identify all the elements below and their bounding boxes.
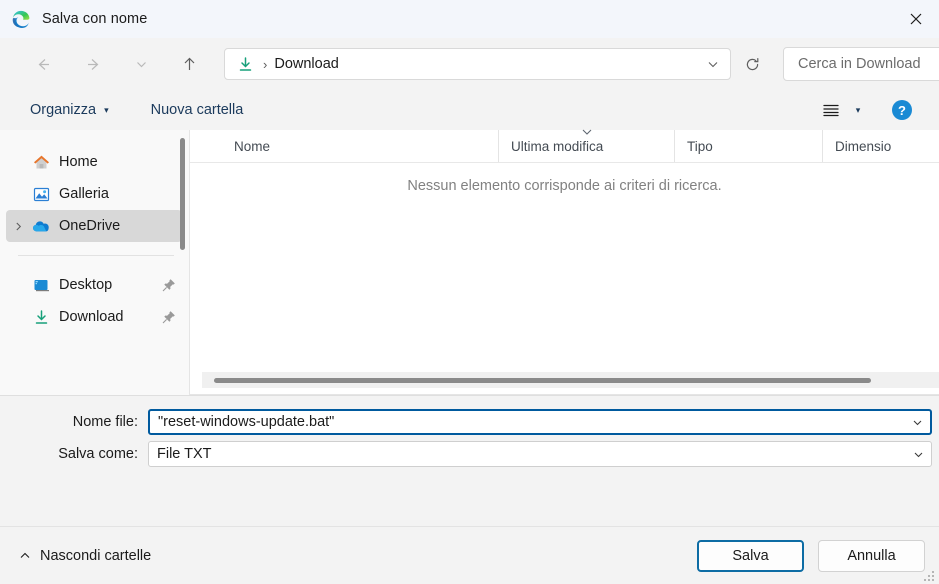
- edge-logo-icon: [12, 10, 30, 28]
- command-bar: Organizza ▾ Nuova cartella ▾ ?: [0, 90, 939, 130]
- download-icon: [32, 308, 50, 326]
- filetype-label: Salva come:: [58, 446, 138, 462]
- expander-placeholder: [8, 307, 28, 327]
- chevron-down-icon[interactable]: [696, 49, 730, 79]
- sort-descending-icon: [580, 127, 594, 137]
- arrow-left-icon[interactable]: [26, 47, 60, 81]
- download-folder-icon: [237, 56, 254, 73]
- hide-folders-label: Nascondi cartelle: [40, 547, 152, 564]
- save-as-dialog: Salva con nome › Download Cerca in Downl…: [0, 0, 939, 584]
- sidebar-divider: [18, 255, 174, 256]
- cancel-button[interactable]: Annulla: [818, 539, 925, 572]
- column-label: Tipo: [687, 138, 713, 154]
- arrow-right-icon[interactable]: [76, 47, 110, 81]
- organize-label: Organizza: [30, 102, 97, 118]
- window-title: Salva con nome: [42, 11, 148, 27]
- chevron-up-icon: [18, 550, 32, 562]
- desktop-icon: [32, 276, 50, 294]
- arrow-up-icon[interactable]: [172, 47, 206, 81]
- sidebar-item-label: OneDrive: [59, 218, 121, 234]
- column-label: Dimensio: [835, 138, 892, 154]
- sidebar-item-galleria[interactable]: Galleria: [6, 178, 182, 210]
- save-button-label: Salva: [732, 547, 769, 564]
- expander-placeholder: [8, 275, 28, 295]
- sidebar-item-desktop[interactable]: Desktop: [6, 269, 182, 301]
- sidebar-item-onedrive[interactable]: OneDrive: [6, 210, 182, 242]
- save-form: Nome file: "reset-windows-update.bat" Sa…: [0, 395, 939, 526]
- sidebar-scrollbar[interactable]: [180, 138, 185, 250]
- breadcrumb-current: Download: [274, 56, 339, 72]
- column-header-tipo[interactable]: Tipo: [674, 130, 822, 162]
- filename-combobox[interactable]: "reset-windows-update.bat": [148, 409, 932, 435]
- sidebar-item-label: Download: [59, 309, 124, 325]
- pin-icon[interactable]: [162, 278, 176, 292]
- footer-buttons: Salva Annulla: [697, 539, 925, 572]
- expander-placeholder: [8, 184, 28, 204]
- sidebar-item-home[interactable]: Home: [6, 146, 182, 178]
- help-icon[interactable]: ?: [891, 99, 913, 121]
- sidebar-item-download[interactable]: Download: [6, 301, 182, 333]
- close-icon[interactable]: [893, 0, 939, 38]
- filetype-row: Salva come: File TXT: [0, 441, 939, 467]
- column-label: Nome: [234, 138, 271, 154]
- file-list-pane: Nome Ultima modifica Tipo Dimensio Nessu…: [190, 127, 939, 395]
- gallery-icon: [32, 185, 50, 203]
- chevron-down-icon[interactable]: [904, 411, 930, 433]
- view-list-icon[interactable]: [815, 96, 847, 124]
- sidebar-item-label: Home: [59, 154, 98, 170]
- hide-folders-toggle[interactable]: Nascondi cartelle: [14, 542, 155, 570]
- sidebar-item-label: Desktop: [59, 277, 113, 293]
- refresh-icon[interactable]: [735, 48, 769, 80]
- resize-grip-icon[interactable]: [924, 569, 936, 581]
- new-folder-label: Nuova cartella: [150, 102, 244, 118]
- column-header-row: Nome Ultima modifica Tipo Dimensio: [190, 127, 939, 163]
- empty-list-message: Nessun elemento corrisponde ai criteri d…: [407, 178, 722, 194]
- navigation-pane: Home Galleria OneDrive Desktop Download: [0, 130, 190, 395]
- column-header-nome[interactable]: Nome: [190, 130, 498, 162]
- filetype-combobox[interactable]: File TXT: [148, 441, 932, 467]
- address-bar[interactable]: › Download: [224, 48, 731, 80]
- chevron-right-icon[interactable]: [8, 216, 28, 236]
- sidebar-item-label: Galleria: [59, 186, 109, 202]
- filetype-value: File TXT: [157, 446, 212, 462]
- organize-button[interactable]: Organizza ▾: [20, 95, 119, 125]
- column-header-ultima-modifica[interactable]: Ultima modifica: [498, 127, 674, 162]
- column-label: Ultima modifica: [511, 138, 604, 154]
- navigation-bar: › Download: [0, 38, 939, 90]
- dialog-footer: Nascondi cartelle Salva Annulla: [0, 526, 939, 584]
- cancel-button-label: Annulla: [847, 547, 896, 564]
- new-folder-button[interactable]: Nuova cartella: [141, 95, 254, 125]
- onedrive-cloud-icon: [32, 217, 50, 235]
- search-input[interactable]: [796, 55, 939, 73]
- file-pane-bottom-border: [190, 394, 939, 395]
- chevron-down-icon[interactable]: [905, 442, 931, 466]
- expander-placeholder: [8, 152, 28, 172]
- home-icon: [32, 153, 50, 171]
- save-button[interactable]: Salva: [697, 539, 804, 572]
- chevron-down-icon[interactable]: ▾: [847, 96, 869, 124]
- horizontal-scrollbar-thumb[interactable]: [214, 378, 871, 383]
- breadcrumb-separator: ›: [263, 56, 268, 72]
- search-box[interactable]: [783, 47, 939, 81]
- pin-icon[interactable]: [162, 310, 176, 324]
- column-header-dimensione[interactable]: Dimensio: [822, 130, 939, 162]
- command-bar-right: ▾ ?: [815, 96, 927, 124]
- filename-row: Nome file: "reset-windows-update.bat": [0, 409, 939, 435]
- dialog-body: Home Galleria OneDrive Desktop Download …: [0, 127, 939, 395]
- svg-text:?: ?: [898, 103, 906, 118]
- filename-label: Nome file:: [72, 414, 138, 430]
- filename-value: "reset-windows-update.bat": [158, 414, 335, 430]
- title-bar: Salva con nome: [0, 0, 939, 38]
- chevron-down-icon: ▾: [104, 104, 109, 115]
- chevron-down-icon[interactable]: [124, 47, 158, 81]
